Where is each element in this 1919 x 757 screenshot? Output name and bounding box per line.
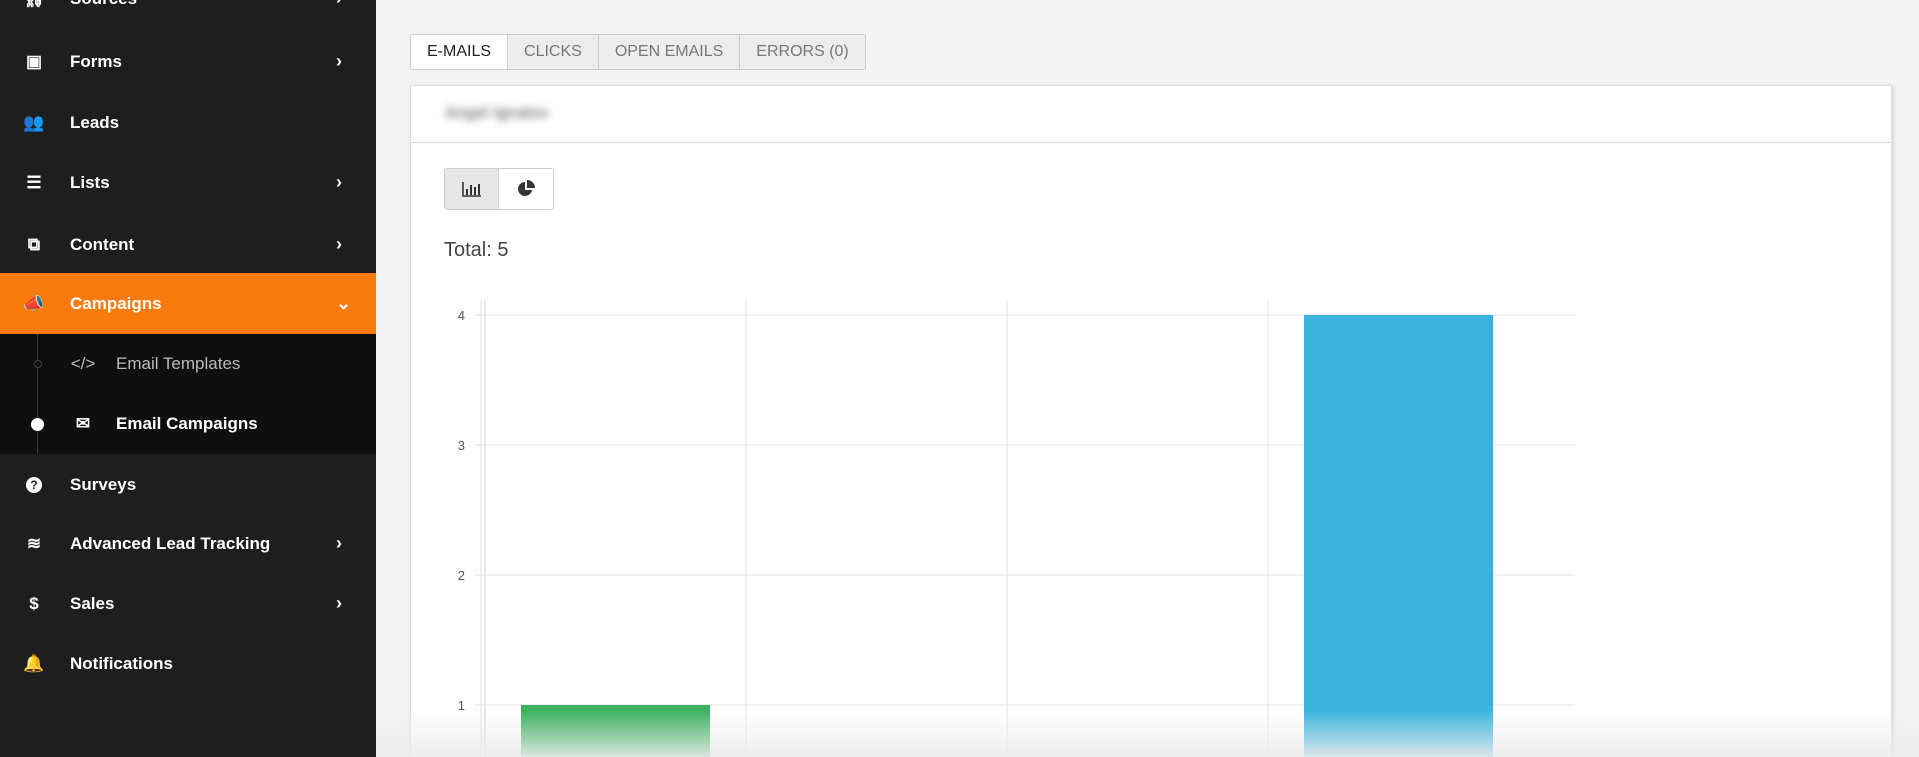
- users-icon: 👥: [23, 112, 45, 132]
- sidebar-item-label: Lists: [70, 172, 110, 192]
- submenu-item-label: Email Campaigns: [116, 414, 258, 433]
- bullhorn-icon: 📣: [23, 293, 45, 313]
- sidebar-item-label: Forms: [70, 51, 122, 71]
- sidebar-item-campaigns[interactable]: 📣 Campaigns ⌄: [0, 273, 376, 334]
- sidebar-item-label: Notifications: [70, 653, 173, 673]
- sitemap-icon: ⛓: [22, 0, 46, 9]
- sidebar-item-notifications[interactable]: 🔔 Notifications: [0, 633, 376, 694]
- bar: [1304, 315, 1493, 757]
- chevron-right-icon: ›: [336, 234, 342, 254]
- sidebar-item-label: Campaigns: [70, 293, 162, 313]
- database-icon: ≋: [26, 533, 42, 553]
- form-icon: ▣: [25, 51, 43, 71]
- envelope-icon: ✉: [75, 414, 91, 433]
- question-circle-icon: ?: [26, 476, 42, 493]
- sidebar-item-leads[interactable]: 👥 Leads: [0, 92, 376, 153]
- bell-icon: 🔔: [23, 653, 45, 673]
- sidebar-item-label: Sources: [70, 0, 137, 9]
- content-icon: ⧉: [27, 234, 41, 254]
- dollar-icon: $: [29, 593, 39, 613]
- inactive-dot: [34, 360, 42, 368]
- sidebar-item-label: Leads: [70, 112, 120, 132]
- code-icon: </>: [70, 354, 96, 373]
- chevron-down-icon: ⌄: [336, 293, 352, 313]
- chevron-right-icon: ›: [336, 593, 342, 613]
- y-tick-label: 4: [458, 308, 465, 323]
- sidebar-item-label: Advanced Lead Tracking: [70, 533, 271, 553]
- chevron-right-icon: ›: [336, 0, 342, 9]
- sidebar-item-label: Sales: [70, 593, 115, 613]
- list-icon: ☰: [26, 172, 42, 192]
- sidebar-item-label: Content: [70, 234, 135, 254]
- submenu-item-label: Email Templates: [116, 354, 241, 373]
- sidebar-item-content[interactable]: ⧉ Content ›: [0, 214, 376, 275]
- chevron-right-icon: ›: [336, 51, 342, 71]
- sidebar-item-label: Surveys: [70, 474, 137, 494]
- submenu-item-email-templates[interactable]: </> Email Templates: [0, 334, 376, 394]
- chevron-right-icon: ›: [336, 172, 342, 192]
- submenu-item-email-campaigns[interactable]: ✉ Email Campaigns: [0, 394, 376, 454]
- sidebar-item-sources[interactable]: ⛓ Sources ›: [0, 0, 376, 29]
- sidebar-item-surveys[interactable]: ? Surveys: [0, 454, 376, 515]
- sidebar-item-advanced-lead-tracking[interactable]: ≋ Advanced Lead Tracking ›: [0, 513, 376, 574]
- sidebar-item-forms[interactable]: ▣ Forms ›: [0, 31, 376, 92]
- active-dot: [31, 417, 44, 431]
- y-tick-label: 2: [458, 568, 465, 583]
- y-tick-label: 3: [458, 438, 465, 453]
- sidebar-item-lists[interactable]: ☰ Lists ›: [0, 152, 376, 213]
- bottom-fade: [376, 710, 1919, 757]
- chevron-right-icon: ›: [336, 533, 342, 553]
- sidebar-item-sales[interactable]: $ Sales ›: [0, 573, 376, 634]
